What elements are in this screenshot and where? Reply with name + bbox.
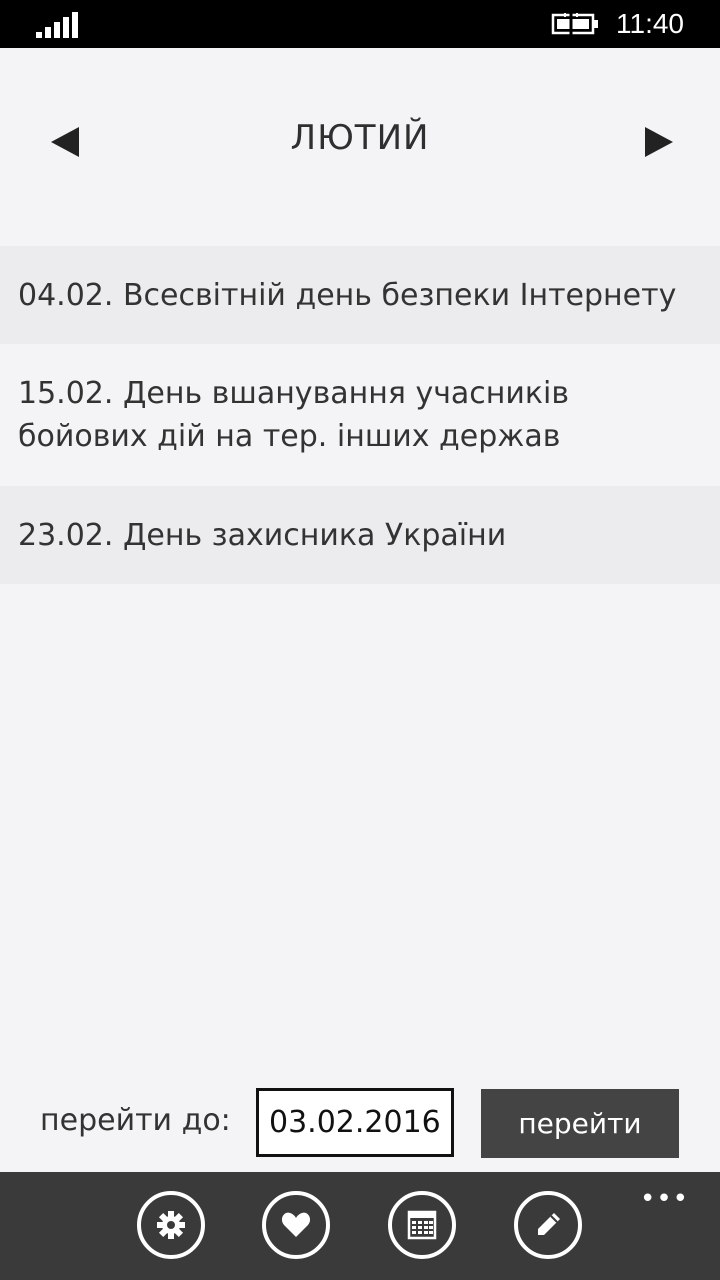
favorites-button[interactable] xyxy=(262,1191,330,1259)
month-header: ЛЮТИЙ xyxy=(0,90,720,190)
settings-button[interactable] xyxy=(137,1191,205,1259)
app-bar: ••• xyxy=(0,1172,720,1280)
calendar-button[interactable] xyxy=(388,1191,456,1259)
heart-icon xyxy=(281,1212,311,1237)
calendar-icon xyxy=(407,1210,437,1240)
month-title: ЛЮТИЙ xyxy=(290,118,430,158)
status-bar: 11:40 xyxy=(0,0,720,48)
holiday-item[interactable]: 23.02. День захисника України xyxy=(0,486,720,584)
gear-icon xyxy=(157,1211,185,1239)
clock: 11:40 xyxy=(616,8,684,39)
edit-button[interactable] xyxy=(514,1191,582,1259)
holiday-list: 04.02. Всесвітній день безпеки Інтернету… xyxy=(0,246,720,584)
holiday-item[interactable]: 04.02. Всесвітній день безпеки Інтернету xyxy=(0,246,720,344)
goto-button[interactable]: перейти xyxy=(481,1089,679,1158)
more-options-icon[interactable]: ••• xyxy=(640,1184,690,1214)
date-input[interactable] xyxy=(256,1088,454,1157)
holiday-item[interactable]: 15.02. День вшанування учасників бойових… xyxy=(0,344,720,486)
pencil-icon xyxy=(538,1213,560,1235)
signal-bars-icon xyxy=(36,12,80,38)
goto-label: перейти до: xyxy=(40,1103,231,1138)
battery-charging-icon xyxy=(551,12,598,36)
triangle-right-icon[interactable] xyxy=(638,122,678,162)
